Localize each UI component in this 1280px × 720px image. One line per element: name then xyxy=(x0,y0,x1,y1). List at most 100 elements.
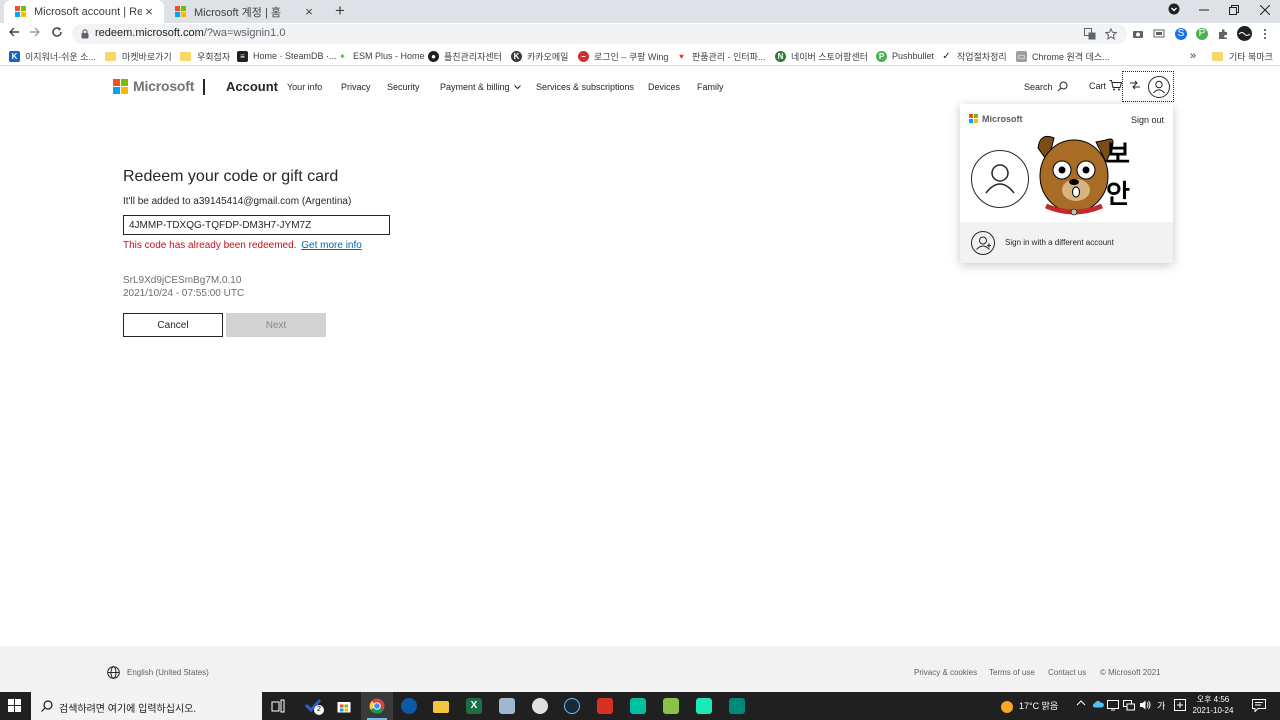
nav-services-subscriptions[interactable]: Services & subscriptions xyxy=(536,82,634,92)
sign-in-different-account-button[interactable]: Sign in with a different account xyxy=(960,222,1173,263)
account-manager-button[interactable] xyxy=(1122,71,1174,102)
tab-title: Microsoft 계정 | 홈 xyxy=(194,6,282,19)
bookmark-item[interactable]: ● 플친관리자센터 xyxy=(428,49,502,63)
get-more-info-link[interactable]: Get more info xyxy=(301,240,362,251)
ime-mode-icon[interactable] xyxy=(1174,699,1186,713)
store-app-icon[interactable] xyxy=(328,692,360,720)
volume-icon[interactable] xyxy=(1139,699,1151,713)
contact-us-link[interactable]: Contact us xyxy=(1048,668,1086,677)
bookmark-item[interactable]: P Pushbullet xyxy=(876,49,934,63)
extensions-puzzle-icon[interactable] xyxy=(1217,28,1229,40)
tab-microsoft-account-home[interactable]: Microsoft 계정 | 홈 × xyxy=(164,0,324,23)
cart-icon xyxy=(1109,80,1123,91)
close-window-icon[interactable] xyxy=(1250,0,1280,23)
new-tab-button[interactable]: + xyxy=(331,1,349,21)
bookmark-star-icon[interactable] xyxy=(1104,27,1118,40)
ime-indicator[interactable]: 가 xyxy=(1157,699,1165,712)
header-divider xyxy=(203,79,205,95)
onedrive-icon[interactable] xyxy=(1092,700,1104,710)
reload-icon[interactable] xyxy=(48,25,66,43)
tab-close-icon[interactable]: × xyxy=(142,4,156,19)
microsoft-logo[interactable]: Microsoft xyxy=(113,78,194,94)
address-bar[interactable]: redeem.microsoft.com/?wa=wsignin1.0 xyxy=(72,24,1127,44)
esm-icon: ✦ xyxy=(337,50,348,62)
nav-family[interactable]: Family xyxy=(697,82,724,92)
translate-icon[interactable] xyxy=(1084,28,1096,40)
sign-out-link[interactable]: Sign out xyxy=(1131,115,1164,125)
bookmarks-overflow-button[interactable]: » xyxy=(1190,49,1196,63)
bookmark-item[interactable]: ≡ Home · SteamDB ·... xyxy=(237,49,337,63)
header-search-button[interactable]: Search xyxy=(1024,81,1068,92)
forward-arrow-icon[interactable] xyxy=(26,25,44,43)
bookmark-item[interactable]: ♥ 판품관리 - 인터파... xyxy=(676,49,765,63)
nav-privacy[interactable]: Privacy xyxy=(341,82,371,92)
bluestacks-app-icon[interactable] xyxy=(655,692,687,720)
browser-menu-icon[interactable] xyxy=(1259,28,1271,40)
bookmark-item[interactable]: ✦ ESM Plus - Home xyxy=(337,49,425,63)
chrome-app-icon[interactable] xyxy=(361,692,393,720)
next-button[interactable]: Next xyxy=(226,313,326,337)
windows-start-icon[interactable] xyxy=(8,699,22,713)
language-selector[interactable]: English (United States) xyxy=(107,666,209,679)
search-icon xyxy=(1057,81,1068,92)
system-clock[interactable]: 오후 4:56 2021-10-24 xyxy=(1190,694,1236,716)
restore-icon[interactable] xyxy=(1219,0,1249,23)
minimize-icon[interactable] xyxy=(1189,0,1219,23)
steam-app-icon[interactable] xyxy=(556,692,588,720)
cancel-button[interactable]: Cancel xyxy=(123,313,223,337)
todo-app-icon[interactable]: 2 xyxy=(297,692,329,720)
tray-overflow-icon[interactable] xyxy=(1076,698,1086,710)
profile-avatar-icon[interactable] xyxy=(1237,26,1252,41)
nav-security[interactable]: Security xyxy=(387,82,420,92)
terms-of-use-link[interactable]: Terms of use xyxy=(989,668,1035,677)
lock-icon[interactable] xyxy=(81,29,89,39)
nav-devices[interactable]: Devices xyxy=(648,82,680,92)
notes-app-icon[interactable] xyxy=(491,692,523,720)
edge-app-icon[interactable] xyxy=(393,692,425,720)
timestamp: 2021/10/24 - 07:55:00 UTC xyxy=(123,288,245,299)
globe-icon xyxy=(107,666,120,679)
add-account-icon xyxy=(971,231,995,255)
task-view-icon[interactable] xyxy=(262,692,294,720)
remote-desktop-icon: ▭ xyxy=(1016,50,1027,62)
network-icon[interactable] xyxy=(1123,699,1135,713)
sync-extension-icon[interactable]: S xyxy=(1175,28,1187,40)
tab-microsoft-account-redeem[interactable]: Microsoft account | Redeem × xyxy=(4,0,164,23)
pushbullet-extension-icon[interactable]: P xyxy=(1196,28,1208,40)
bookmark-item[interactable]: – 로그인 – 쿠팡 Wing xyxy=(578,49,668,63)
bookmark-item[interactable]: ✓ 작업절차정리 xyxy=(941,49,1007,63)
folder-icon xyxy=(105,51,116,61)
tab-close-icon[interactable]: × xyxy=(302,4,316,19)
bookmark-item[interactable]: K 이지워너-쉬운 소... xyxy=(9,49,96,63)
bookmark-item[interactable]: 우회접자 xyxy=(180,49,230,63)
file-explorer-icon[interactable] xyxy=(425,692,457,720)
teal-app-icon[interactable] xyxy=(622,692,654,720)
excel-app-icon[interactable]: X xyxy=(458,692,490,720)
bookmark-item[interactable]: K 카카오메일 xyxy=(511,49,568,63)
taskbar-search-box[interactable]: 검색하려면 여기에 입력하십시오. xyxy=(31,692,262,720)
pushbullet-icon: P xyxy=(876,50,887,62)
weather-widget[interactable]: 17°C 맑음 xyxy=(1001,699,1058,713)
nav-your-info[interactable]: Your info xyxy=(287,82,322,92)
bookmark-item[interactable]: 마켓바로가기 xyxy=(105,49,172,63)
bookmark-item[interactable]: N 네이버 스토어팜센터 xyxy=(775,49,868,63)
bookmark-item[interactable]: ▭ Chrome 원격 데스... xyxy=(1016,49,1110,63)
display-icon[interactable] xyxy=(1107,699,1119,713)
tab-search-icon[interactable] xyxy=(1159,0,1189,23)
remote-app-icon[interactable] xyxy=(589,692,621,720)
cyan-app-icon[interactable] xyxy=(688,692,720,720)
privacy-cookies-link[interactable]: Privacy & cookies xyxy=(914,668,977,677)
header-cart-button[interactable]: Cart xyxy=(1089,80,1123,91)
account-home-link[interactable]: Account xyxy=(226,79,278,94)
back-arrow-icon[interactable] xyxy=(5,25,23,43)
code-input[interactable] xyxy=(123,215,390,235)
chat-app-icon[interactable] xyxy=(524,692,556,720)
camera-extension-icon[interactable] xyxy=(1132,28,1144,40)
notification-center-icon[interactable] xyxy=(1252,699,1266,714)
nav-payment-billing[interactable]: Payment & billing xyxy=(440,82,521,92)
flyout-microsoft-logo: Microsoft xyxy=(969,114,1023,124)
script-app-icon[interactable] xyxy=(721,692,753,720)
kakao-mail-icon: K xyxy=(511,50,522,62)
other-bookmarks[interactable]: 기타 북마크 xyxy=(1212,49,1273,63)
screen-extension-icon[interactable] xyxy=(1153,28,1165,40)
